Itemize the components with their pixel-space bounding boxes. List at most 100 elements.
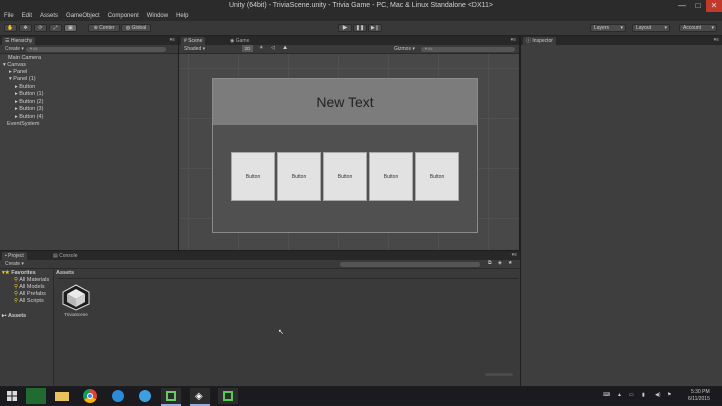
tray-arrow-icon[interactable]: ▲ <box>617 392 622 398</box>
star-icon[interactable]: ★ <box>508 260 512 266</box>
hierarchy-item-button-1[interactable]: ▸ Button (1) <box>15 91 43 97</box>
menu-edit[interactable]: Edit <box>22 12 32 21</box>
battery-icon[interactable]: ▭ <box>629 392 634 398</box>
filter-label-icon[interactable]: ◈ <box>498 260 502 266</box>
collapse-arrow-icon[interactable]: ▸ <box>15 91 18 97</box>
effects-icon[interactable]: ⛰ <box>283 45 287 51</box>
network-icon[interactable]: ▮ <box>642 392 645 398</box>
account-dropdown[interactable]: Account ▾ <box>679 24 717 32</box>
file-explorer-icon[interactable] <box>52 388 72 404</box>
toggle-2d-button[interactable]: 2D <box>242 45 253 52</box>
favorite-all-models[interactable]: ⚲ All Models <box>14 284 45 290</box>
menu-file[interactable]: File <box>4 12 14 21</box>
move-tool-icon[interactable]: ✥ <box>19 24 32 32</box>
camtasia-app-icon[interactable] <box>161 388 181 406</box>
tab-scene[interactable]: # Scene <box>181 37 206 45</box>
space-toggle-button[interactable]: ◍ Global <box>121 24 151 32</box>
pivot-toggle-button[interactable]: ⊕ Center <box>88 24 120 32</box>
hierarchy-item-canvas[interactable]: ▾ Canvas <box>3 62 26 68</box>
unity-app-icon[interactable]: ◈ <box>190 388 210 406</box>
favorite-all-prefabs[interactable]: ⚲ All Prefabs <box>14 291 46 297</box>
play-button[interactable]: ▶ <box>338 24 352 32</box>
favorite-all-materials[interactable]: ⚲ All Materials <box>14 277 49 283</box>
minimize-button[interactable]: — <box>674 0 690 12</box>
scene-button-1[interactable]: Button <box>277 152 321 201</box>
tab-hierarchy[interactable]: ☰ Hierarchy <box>2 37 36 45</box>
tab-console[interactable]: ▤ Console <box>50 252 80 260</box>
title-panel[interactable]: New Text <box>213 79 477 125</box>
favorite-all-scripts[interactable]: ⚲ All Scripts <box>14 298 44 304</box>
chrome-icon[interactable] <box>80 388 100 404</box>
steam-like-icon[interactable] <box>135 388 155 404</box>
clock-time[interactable]: 5:30 PM <box>691 389 710 395</box>
filter-type-icon[interactable]: ⧉ <box>488 260 492 266</box>
expand-arrow-icon[interactable]: ▾ <box>3 62 6 68</box>
project-search-input[interactable] <box>340 262 480 267</box>
keyboard-icon[interactable]: ⌨ <box>603 392 610 398</box>
scene-button-2[interactable]: Button <box>323 152 367 201</box>
scale-tool-icon[interactable]: ⤢ <box>49 24 62 32</box>
hand-tool-icon[interactable]: ✋ <box>4 24 17 32</box>
panel-menu-icon[interactable]: ▾≡ <box>511 37 516 43</box>
panel-menu-icon[interactable]: ▾≡ <box>714 37 719 43</box>
collapse-arrow-icon[interactable]: ▸ <box>9 69 12 75</box>
maximize-button[interactable]: □ <box>690 0 706 12</box>
panel-menu-icon[interactable]: ▾≡ <box>512 252 517 258</box>
recorder-app-icon[interactable] <box>218 388 238 404</box>
clock-date[interactable]: 6/11/2015 <box>688 396 710 402</box>
hierarchy-item-panel-1[interactable]: ▾ Panel (1) <box>9 76 36 82</box>
flag-icon[interactable]: ⚑ <box>667 392 671 398</box>
hierarchy-item-button-4[interactable]: ▸ Button (4) <box>15 114 43 120</box>
hierarchy-create-button[interactable]: Create ▾ <box>5 46 24 52</box>
collapse-arrow-icon[interactable]: ▸ <box>15 99 18 105</box>
panel-menu-icon[interactable]: ▾≡ <box>170 37 175 43</box>
close-button[interactable]: ✕ <box>706 0 722 12</box>
scene-button-4[interactable]: Button <box>415 152 459 201</box>
windows-start-icon[interactable] <box>2 388 22 404</box>
scene-button-3[interactable]: Button <box>369 152 413 201</box>
shading-dropdown[interactable]: Shaded ▾ <box>184 46 205 52</box>
menu-gameobject[interactable]: GameObject <box>66 12 100 21</box>
collapse-arrow-icon[interactable]: ▸ <box>15 106 18 112</box>
tab-inspector[interactable]: ⓘ Inspector <box>523 37 556 45</box>
hierarchy-item-button[interactable]: ▸ Button <box>15 84 35 90</box>
favorite-label: All Scripts <box>19 298 44 304</box>
menu-component[interactable]: Component <box>108 12 139 21</box>
search-placeholder: ▼All <box>29 46 38 51</box>
excel-app-icon[interactable] <box>26 388 46 404</box>
hierarchy-item-eventsystem[interactable]: EventSystem <box>7 121 39 127</box>
new-text-label[interactable]: New Text <box>213 94 477 110</box>
rotate-tool-icon[interactable]: ⟳ <box>34 24 47 32</box>
audio-icon[interactable]: ◁ <box>271 45 275 51</box>
hierarchy-item-panel[interactable]: ▸ Panel <box>9 69 27 75</box>
project-create-button[interactable]: Create ▾ <box>5 261 24 267</box>
lighting-icon[interactable]: ☀ <box>259 45 263 51</box>
menu-assets[interactable]: Assets <box>40 12 58 21</box>
pause-button[interactable]: ❚❚ <box>353 24 367 32</box>
tab-project[interactable]: ▪ Project <box>2 252 27 260</box>
menu-help[interactable]: Help <box>176 12 188 21</box>
menu-window[interactable]: Window <box>147 12 168 21</box>
favorites-header[interactable]: ▾★ Favorites <box>2 270 36 276</box>
rect-tool-icon[interactable]: ▣ <box>64 24 77 32</box>
tab-game[interactable]: ◉ Game <box>227 37 252 45</box>
volume-icon[interactable]: ◀) <box>655 392 661 398</box>
gizmos-dropdown[interactable]: Gizmos ▾ <box>394 46 415 52</box>
asset-triviascene[interactable]: TriviaScene <box>60 283 92 319</box>
collapse-arrow-icon[interactable]: ▸ <box>15 84 18 90</box>
scene-button-0[interactable]: Button <box>231 152 275 201</box>
hierarchy-item-button-2[interactable]: ▸ Button (2) <box>15 99 43 105</box>
layout-dropdown[interactable]: Layout ▾ <box>632 24 670 32</box>
scene-icon: # <box>184 38 187 44</box>
layers-dropdown[interactable]: Layers ▾ <box>590 24 626 32</box>
scene-search-input[interactable]: ▼All <box>421 46 515 52</box>
hierarchy-search-input[interactable]: ▼All <box>26 46 166 52</box>
icon-size-slider[interactable] <box>485 373 513 376</box>
assets-folder[interactable]: ▸▪ Assets <box>2 313 26 319</box>
collapse-arrow-icon[interactable]: ▸ <box>15 114 18 120</box>
step-button[interactable]: ▶❙ <box>368 24 382 32</box>
hierarchy-item-main-camera[interactable]: Main Camera <box>8 55 41 61</box>
expand-arrow-icon[interactable]: ▾ <box>9 76 12 82</box>
hierarchy-item-button-3[interactable]: ▸ Button (3) <box>15 106 43 112</box>
internet-explorer-icon[interactable] <box>108 388 128 404</box>
